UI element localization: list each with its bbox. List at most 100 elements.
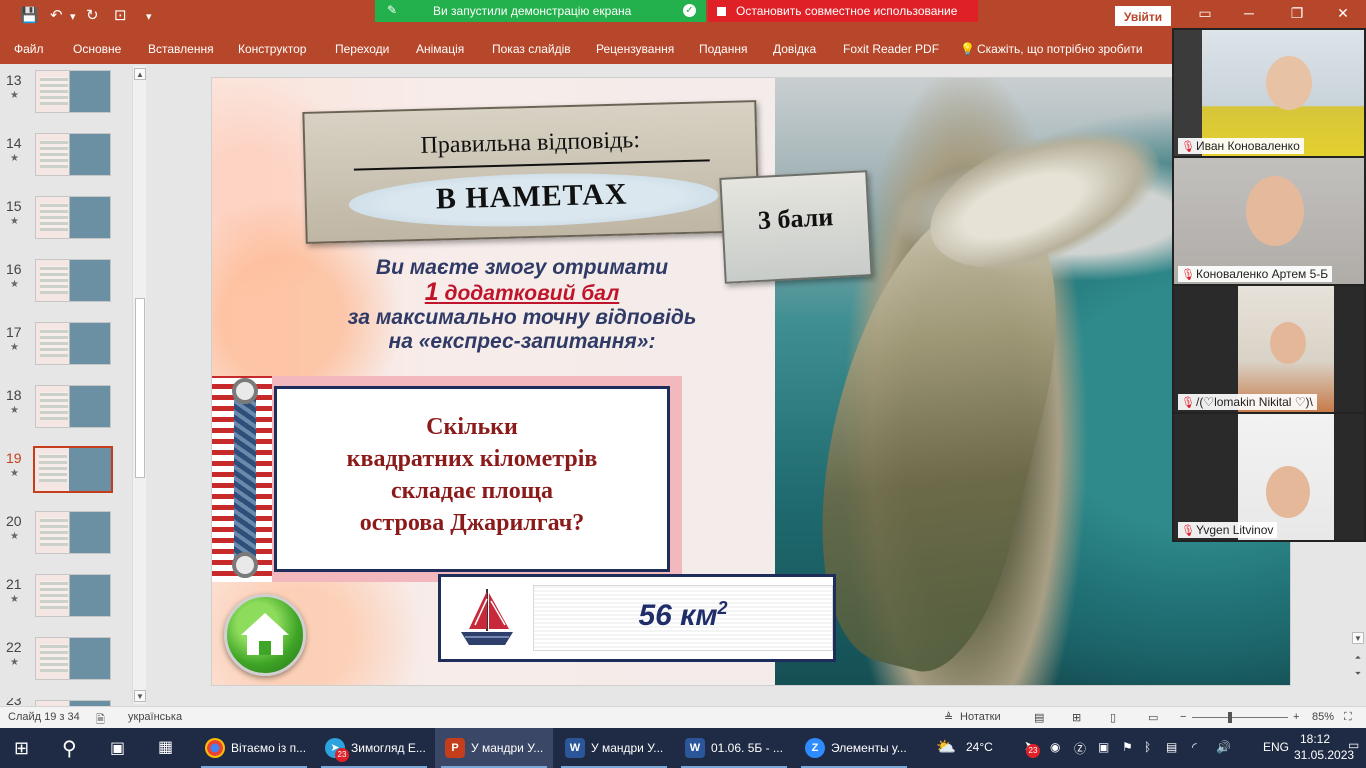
scrollbar-thumb[interactable] (135, 298, 145, 478)
tab-foxit-reader-pdf[interactable]: Foxit Reader PDF (843, 42, 939, 56)
tab-review[interactable]: Рецензування (596, 42, 674, 56)
slide-show-icon[interactable]: ▭ (1148, 711, 1158, 724)
zoom-in-icon[interactable]: + (1293, 711, 1299, 723)
bonus-line-3: за максимально точну відповідь (347, 306, 697, 329)
video-tile-artem[interactable]: 🎙 Коноваленко Артем 5-Б (1174, 158, 1364, 284)
previous-slide-icon[interactable]: ⏶ (1352, 652, 1364, 664)
bonus-number: 1 (424, 278, 439, 306)
taskbar-app-chrome[interactable]: Вітаємо із п... (195, 728, 313, 768)
thumbnail-slide-22[interactable]: 22 ★ (0, 635, 130, 683)
clock-date[interactable]: 31.05.2023 (1294, 748, 1354, 762)
thumbnail-slide-18[interactable]: 18 ★ (0, 383, 130, 431)
stop-share-button[interactable]: Остановить совместное использование (708, 0, 978, 22)
reading-view-icon[interactable]: ▯ (1110, 711, 1116, 724)
video-tile-ivan[interactable]: 🎙 Иван Коноваленко (1174, 30, 1364, 156)
tab-animations[interactable]: Анімація (416, 42, 464, 56)
taskbar-app-word-1[interactable]: W У мандри У... (555, 728, 673, 768)
zoom-slider[interactable] (1192, 717, 1288, 718)
thumbnail-slide-23[interactable]: 23 (0, 698, 130, 706)
security-tray-icon[interactable]: ◉ (1050, 740, 1060, 754)
windows-start-icon[interactable]: ⊞ (14, 738, 29, 759)
volume-icon[interactable]: 🔊 (1216, 740, 1231, 754)
ribbon-display-options-icon[interactable]: ▭ (1190, 5, 1220, 22)
zoom-level[interactable]: 85% (1312, 711, 1334, 723)
taskbar-app-zoom[interactable]: Z Элементы у... (795, 728, 913, 768)
tab-view[interactable]: Подання (699, 42, 747, 56)
thumbnail-slide-13[interactable]: 13 ★ (0, 68, 130, 116)
restore-icon[interactable]: ❐ (1282, 5, 1312, 22)
animation-star-icon: ★ (10, 405, 19, 416)
notifications-icon[interactable]: ▭ (1348, 738, 1359, 752)
tab-transitions[interactable]: Переходи (335, 42, 389, 56)
scroll-up-icon[interactable]: ▲ (134, 68, 146, 80)
thumbnail-slide-14[interactable]: 14 ★ (0, 131, 130, 179)
tell-me-search[interactable]: Скажіть, що потрібно зробити (977, 42, 1143, 56)
bluetooth-icon[interactable]: ᛒ (1144, 740, 1151, 754)
customize-qat-icon[interactable]: ▾ (146, 10, 152, 23)
weather-icon[interactable]: ⛅ (936, 737, 956, 757)
redo-icon[interactable]: ↻ (86, 6, 99, 24)
slide-sorter-icon[interactable]: ⊞ (1072, 711, 1081, 724)
current-slide[interactable]: Правильна відповідь: В НАМЕТАХ 3 бали Ви… (211, 77, 1291, 686)
thumbnail-slide-17[interactable]: 17 ★ (0, 320, 130, 368)
participant-face (1270, 322, 1306, 364)
notes-button[interactable]: Нотатки (960, 711, 1001, 723)
zoom-slider-thumb[interactable] (1228, 712, 1233, 723)
participant-name: Иван Коноваленко (1196, 139, 1300, 153)
zoom-tray-icon[interactable]: Ⓩ (1074, 740, 1086, 757)
sign-in-button[interactable]: Увійти (1115, 6, 1171, 26)
tab-file[interactable]: Файл (14, 42, 44, 56)
thumbnail-scrollbar[interactable]: ▲ ▼ (132, 66, 146, 704)
search-icon[interactable]: ⚲ (62, 736, 77, 761)
annotate-icon[interactable]: ✎ (387, 3, 397, 17)
network-icon[interactable]: ▤ (1166, 740, 1177, 754)
home-button[interactable] (224, 594, 306, 676)
share-status-text: Ви запустили демонстрацію екрана (433, 4, 632, 18)
weather-temperature[interactable]: 24°C (966, 740, 993, 754)
status-bar: Слайд 19 з 34 🗎 українська ≜ Нотатки ▤ ⊞… (0, 706, 1366, 728)
zoom-out-icon[interactable]: − (1180, 711, 1186, 723)
thumbnail-slide-15[interactable]: 15 ★ (0, 194, 130, 242)
app-tray-icon[interactable]: ▣ (1098, 740, 1109, 754)
video-tile-yvgen[interactable]: 🎙 Yvgen Litvinov (1174, 414, 1364, 540)
tab-home[interactable]: Основне (73, 42, 121, 56)
mic-muted-icon: 🎙 (1181, 269, 1195, 281)
thumbnail-slide-19-selected[interactable]: 19 ★ (0, 446, 130, 494)
present-from-start-icon[interactable]: ⊡ (114, 6, 127, 24)
thumbnail-slide-20[interactable]: 20 ★ (0, 509, 130, 557)
clock-time[interactable]: 18:12 (1300, 732, 1330, 746)
wifi-icon[interactable]: ◜ (1192, 740, 1197, 754)
scroll-up-icon[interactable]: ▼ (1352, 632, 1364, 644)
powerpoint-window: 💾 ↶ ▾ ↻ ⊡ ▾ ✎ Ви запустили демонстрацію … (0, 0, 1366, 768)
flag-tray-icon[interactable]: ⚑ (1122, 740, 1133, 754)
save-icon[interactable]: 💾 (20, 6, 39, 24)
stop-icon (717, 6, 726, 16)
tab-design[interactable]: Конструктор (238, 42, 306, 56)
taskbar-app-telegram[interactable]: ➤ 23 Зимогляд Е... (315, 728, 433, 768)
calculator-icon[interactable]: ▦ (158, 737, 173, 757)
normal-view-icon[interactable]: ▤ (1034, 711, 1044, 724)
taskbar-app-word-2[interactable]: W 01.06. 5Б - ... (675, 728, 793, 768)
close-icon[interactable]: ✕ (1328, 5, 1358, 22)
notes-icon[interactable]: ≜ (944, 711, 953, 724)
input-language[interactable]: ENG (1263, 740, 1289, 754)
slide-number: 21 (6, 576, 22, 592)
scroll-down-icon[interactable]: ▼ (134, 690, 146, 702)
task-view-icon[interactable]: ▣ (110, 738, 125, 758)
undo-dropdown-icon[interactable]: ▾ (70, 10, 76, 23)
thumbnail-slide-21[interactable]: 21 ★ (0, 572, 130, 620)
tab-help[interactable]: Довідка (773, 42, 816, 56)
thumbnail-slide-16[interactable]: 16 ★ (0, 257, 130, 305)
tab-insert[interactable]: Вставлення (148, 42, 214, 56)
next-slide-icon[interactable]: ⏷ (1352, 668, 1364, 680)
minimize-icon[interactable]: ─ (1234, 5, 1264, 21)
video-tile-nikita[interactable]: 🎙/(♡lomakin Nikital ♡)\ (1174, 286, 1364, 412)
animation-star-icon: ★ (10, 216, 19, 227)
animation-star-icon: ★ (10, 153, 19, 164)
tab-slide-show[interactable]: Показ слайдів (492, 42, 571, 56)
undo-icon[interactable]: ↶ (50, 6, 63, 24)
fit-to-window-icon[interactable]: ⛶ (1344, 711, 1352, 724)
bonus-line-4: на «експрес-запитання»: (388, 330, 656, 353)
language-indicator[interactable]: українська (128, 711, 182, 723)
taskbar-app-powerpoint[interactable]: P У мандри У... (435, 728, 553, 768)
